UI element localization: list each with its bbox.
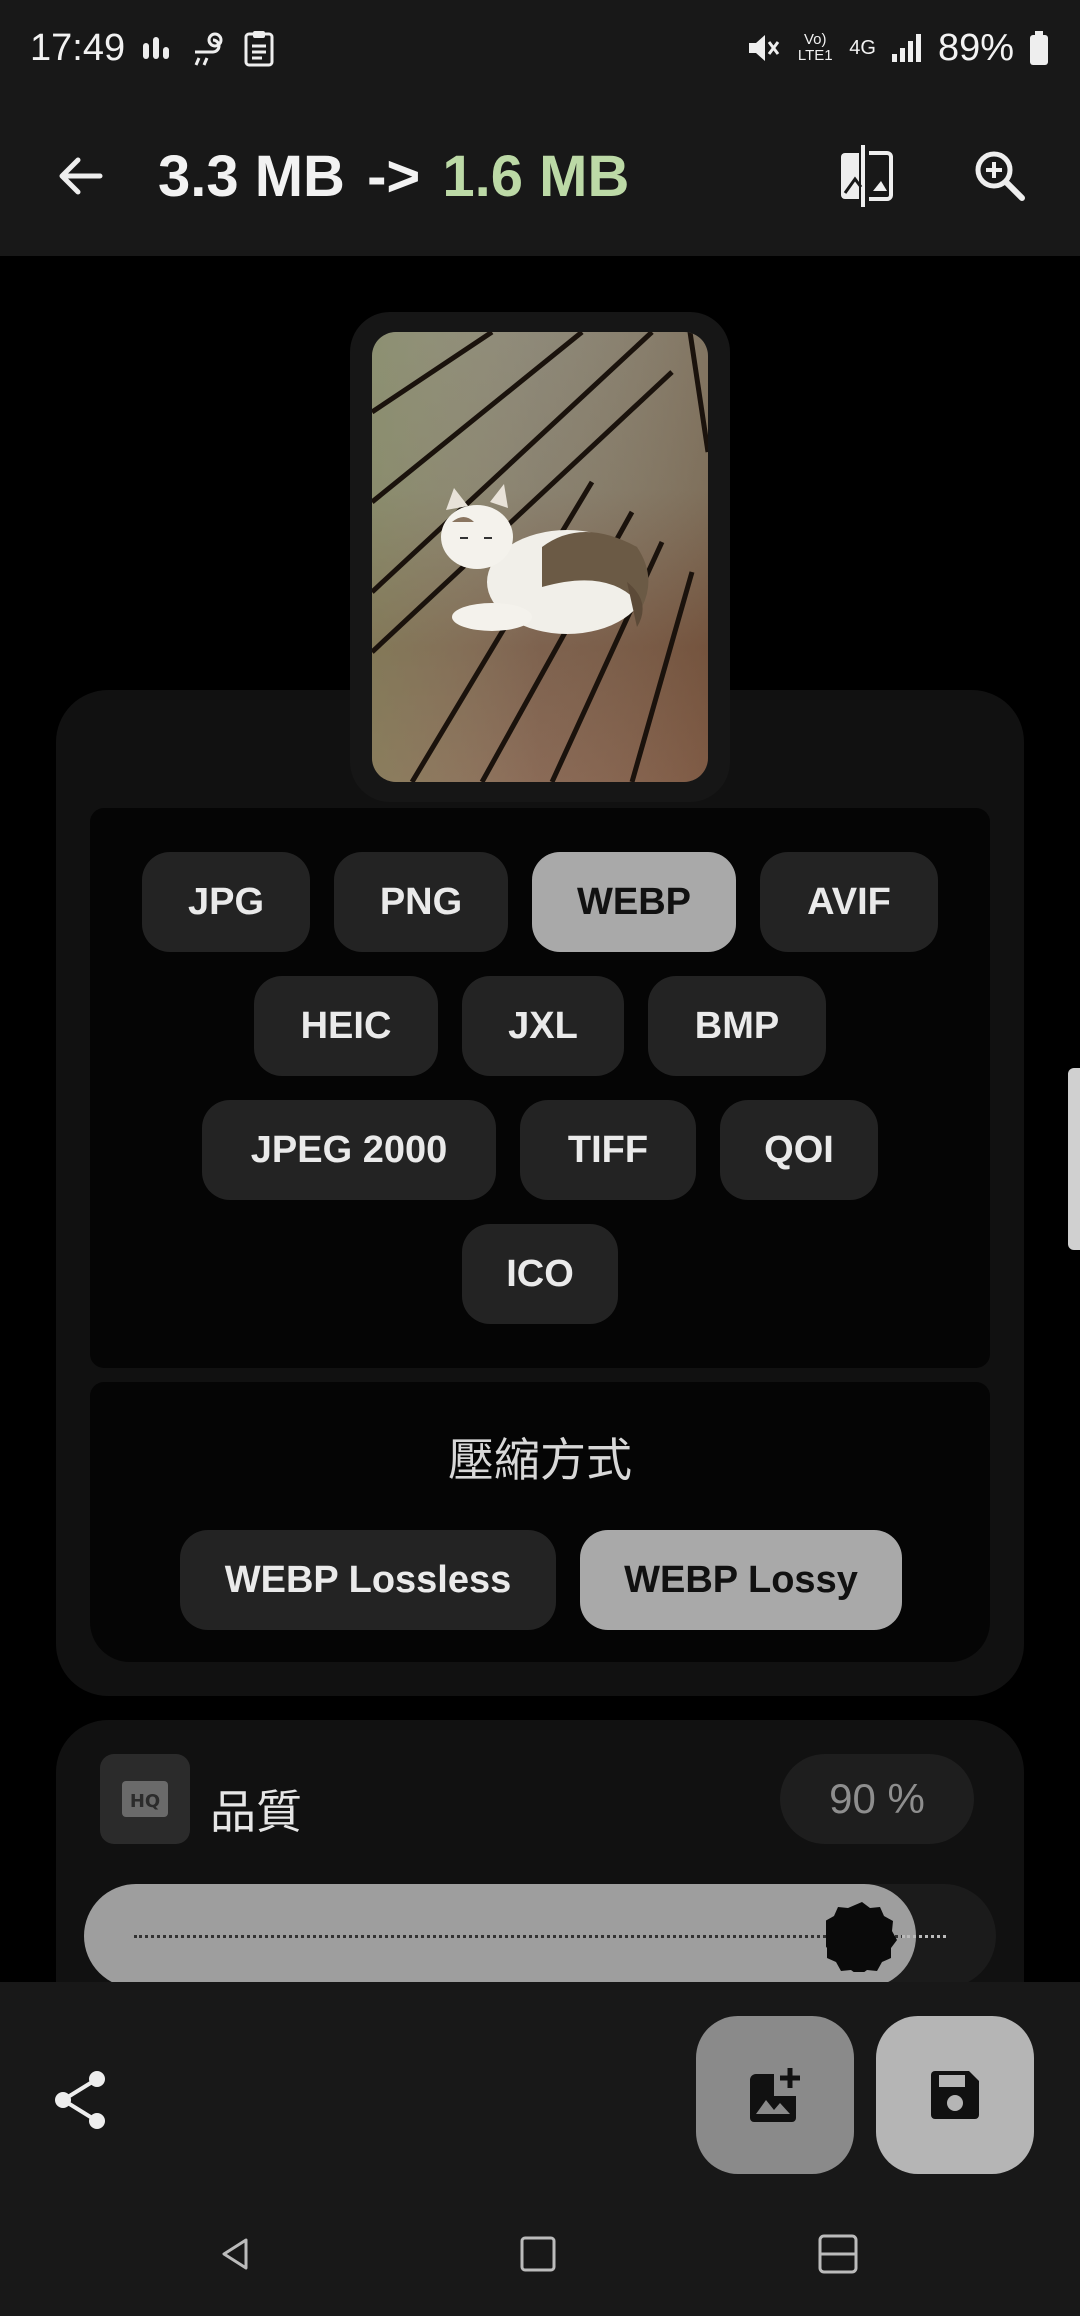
quality-label: 品質: [210, 1786, 302, 1838]
network-type-label: 4G: [849, 36, 876, 59]
save-button[interactable]: [876, 2016, 1034, 2174]
format-chip-bmp[interactable]: BMP: [648, 976, 826, 1076]
cat-on-deck-image: [372, 332, 708, 782]
size-title: 3.3 MB -> 1.6 MB: [158, 143, 629, 210]
method-chip-lossy[interactable]: WEBP Lossy: [580, 1530, 902, 1630]
format-chip-ico[interactable]: ICO: [462, 1224, 618, 1324]
format-chip-png[interactable]: PNG: [334, 852, 508, 952]
back-arrow-icon: [59, 157, 103, 195]
nav-recents-icon: [818, 2234, 858, 2274]
status-bar: 17:49 Vo) LTE1 4G 89%: [0, 0, 1080, 96]
method-chip-lossless[interactable]: WEBP Lossless: [180, 1530, 556, 1630]
nav-back-icon: [222, 2238, 248, 2270]
compare-button[interactable]: [826, 136, 906, 216]
image-preview-frame[interactable]: [350, 312, 730, 802]
bars-notification-icon: [141, 28, 175, 68]
nav-home-button[interactable]: [508, 2224, 568, 2284]
mute-icon: [745, 28, 781, 68]
add-image-icon: [750, 2068, 800, 2122]
volte-label: Vo) LTE1: [797, 31, 833, 64]
zoom-in-icon: [975, 151, 1025, 201]
nav-back-button[interactable]: [206, 2224, 266, 2284]
format-chip-jpg[interactable]: JPG: [142, 852, 310, 952]
format-chip-webp[interactable]: WEBP: [532, 852, 736, 952]
add-image-button[interactable]: [696, 2016, 854, 2174]
back-button[interactable]: [40, 136, 120, 216]
status-system: Vo) LTE1 4G 89%: [745, 27, 1050, 70]
format-chip-tiff[interactable]: TIFF: [520, 1100, 696, 1200]
quality-slider-ticks: [134, 1935, 946, 1938]
battery-percent: 89%: [937, 26, 1014, 69]
share-icon: [55, 2071, 105, 2129]
new-size: 1.6 MB: [442, 143, 630, 209]
status-time: 17:49: [30, 26, 126, 69]
scroll-indicator[interactable]: [1068, 1068, 1080, 1250]
format-chip-jpeg2000[interactable]: JPEG 2000: [202, 1100, 496, 1200]
original-size: 3.3 MB: [158, 143, 345, 209]
screen: 17:49 Vo) LTE1 4G 89% 3.3 MB -> 1.6 MB J…: [0, 0, 1080, 2316]
system-nav-bar: [0, 2192, 1080, 2316]
appbar-actions: [826, 136, 1040, 216]
share-button[interactable]: [40, 2060, 120, 2140]
format-chip-jxl[interactable]: JXL: [462, 976, 624, 1076]
quality-slider-remaining-ticks: [901, 1935, 946, 1938]
quality-value[interactable]: 90 %: [780, 1754, 974, 1844]
image-preview[interactable]: [372, 332, 708, 782]
size-arrow: ->: [367, 143, 421, 209]
clipboard-icon: [243, 28, 275, 68]
svg-text:HQ: HQ: [130, 1791, 160, 1812]
signal-icon: [890, 28, 924, 68]
nav-recents-button[interactable]: [808, 2224, 868, 2284]
zoom-button[interactable]: [960, 136, 1040, 216]
battery-icon: [1028, 28, 1050, 68]
save-icon: [931, 2071, 979, 2119]
compare-icon: [841, 145, 893, 207]
quality-slider-thumb[interactable]: [825, 1900, 898, 1972]
status-notifications: [141, 28, 275, 68]
nav-home-icon: [520, 2236, 556, 2272]
format-chip-avif[interactable]: AVIF: [760, 852, 938, 952]
weather-icon: [189, 28, 229, 68]
format-chip-heic[interactable]: HEIC: [254, 976, 438, 1076]
top-app-bar: 3.3 MB -> 1.6 MB: [0, 96, 1080, 256]
hq-icon: HQ: [100, 1754, 190, 1844]
format-chip-qoi[interactable]: QOI: [720, 1100, 878, 1200]
compression-method-title: 壓縮方式: [448, 1434, 632, 1486]
